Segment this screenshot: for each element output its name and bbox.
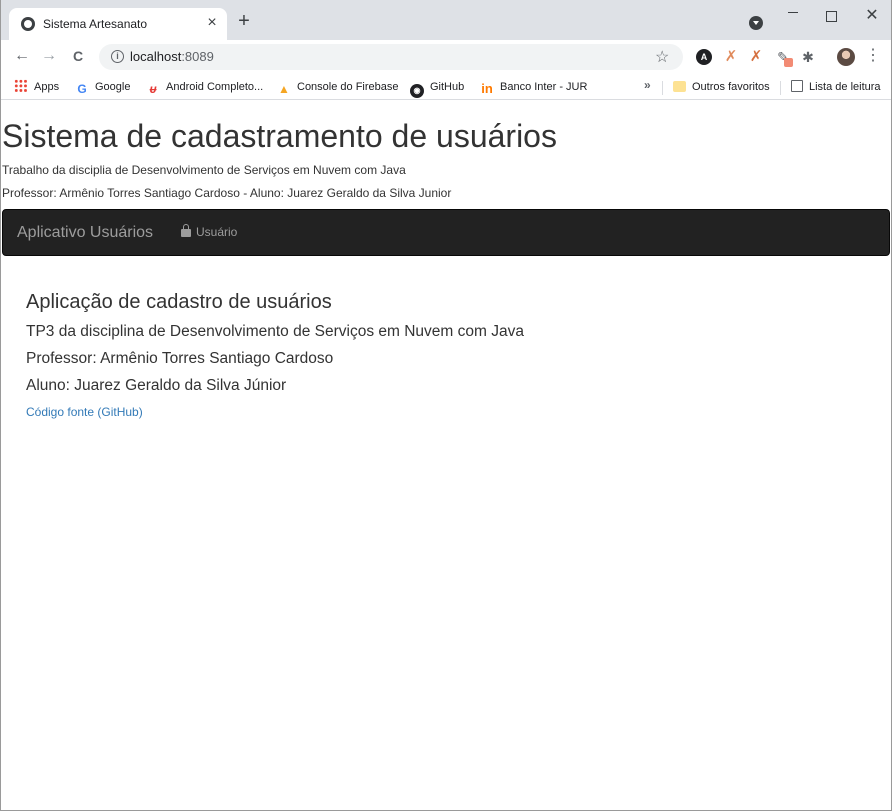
- apps-grid-icon: [14, 79, 28, 93]
- url-text: localhost:8089: [130, 49, 214, 64]
- bookmarks-bar: Apps G Google ᵾ Android Completo... ▲ Conso…: [1, 74, 891, 100]
- folder-icon: [673, 81, 686, 92]
- new-tab-button[interactable]: +: [234, 11, 254, 32]
- maximize-button[interactable]: [816, 4, 846, 28]
- app-heading: Aplicação de cadastro de usuários: [26, 291, 332, 313]
- browser-menu-icon[interactable]: ⋮: [865, 45, 881, 65]
- navbar: Aplicativo Usuários Usuário: [2, 209, 890, 256]
- bookmark-label: GitHub: [430, 81, 465, 93]
- globe-icon: [21, 17, 35, 31]
- student-line: Aluno: Juarez Geraldo da Silva Júnior: [26, 377, 287, 394]
- bookmark-separator: [780, 81, 781, 95]
- bookmark-reading-list[interactable]: Lista de leitura: [791, 79, 881, 95]
- bookmark-label: Google: [95, 81, 131, 93]
- main-content: Aplicação de cadastro de usuários TP3 da…: [26, 291, 524, 419]
- close-window-button[interactable]: ✕: [857, 4, 887, 28]
- bookmark-other-favorites[interactable]: Outros favoritos: [673, 79, 770, 95]
- site-subtitle-course: Trabalho da disciplia de Desenvolvimento…: [2, 163, 406, 177]
- info-icon[interactable]: i: [111, 50, 124, 63]
- web-page: Sistema de cadastramento de usuários Tra…: [1, 101, 891, 810]
- browser-tab[interactable]: Sistema Artesanato ×: [9, 8, 227, 40]
- firebase-icon: ▲: [278, 82, 290, 96]
- bookmark-android-completo[interactable]: ᵾ Android Completo...: [146, 79, 264, 96]
- bookmark-label: Lista de leitura: [809, 81, 881, 93]
- nav-link-usuario[interactable]: Usuário: [181, 224, 238, 239]
- url-port: :8089: [181, 49, 214, 64]
- bookmark-google[interactable]: G Google: [75, 79, 131, 96]
- bookmark-banco-inter[interactable]: in Banco Inter - JUR: [480, 79, 588, 96]
- profile-avatar[interactable]: [837, 48, 855, 66]
- bookmark-label: Android Completo...: [166, 81, 264, 93]
- forward-button[interactable]: →: [38, 45, 60, 67]
- github-icon: ◉: [410, 84, 424, 98]
- nav-link-label: Usuário: [196, 225, 238, 239]
- extension-1-icon[interactable]: ✗: [723, 49, 739, 65]
- browser-window: Sistema Artesanato × + ✕ ← → C i localho…: [0, 0, 892, 811]
- course-line: TP3 da disciplina de Desenvolvimento de …: [26, 323, 524, 340]
- extension-pen-icon[interactable]: ✎: [775, 49, 793, 67]
- inter-icon: in: [481, 81, 493, 96]
- url-host: localhost: [130, 49, 182, 64]
- minimize-button[interactable]: [779, 4, 809, 28]
- extension-a-icon[interactable]: A: [696, 49, 712, 65]
- extension-2-icon[interactable]: ✗: [748, 49, 764, 65]
- bookmark-label: Outros favoritos: [692, 81, 770, 93]
- extensions-puzzle-icon[interactable]: ✱: [800, 49, 816, 65]
- back-button[interactable]: ←: [11, 45, 33, 67]
- more-bookmarks-icon[interactable]: »: [644, 78, 651, 92]
- bookmark-apps[interactable]: Apps: [14, 79, 59, 95]
- bookmark-label: Banco Inter - JUR: [500, 81, 588, 93]
- tab-close-icon[interactable]: ×: [203, 14, 221, 32]
- android-completo-icon: ᵾ: [149, 82, 157, 96]
- browser-toolbar: ← → C i localhost:8089 ☆ A ✗ ✗ ✎ ✱: [1, 40, 891, 74]
- professor-line: Professor: Armênio Torres Santiago Cardo…: [26, 350, 334, 367]
- source-code-link[interactable]: Código fonte (GitHub): [26, 405, 524, 419]
- bookmark-separator: [662, 81, 663, 95]
- address-bar[interactable]: i localhost:8089 ☆: [99, 44, 683, 70]
- site-title: Sistema de cadastramento de usuários: [2, 118, 557, 154]
- reading-list-icon: [791, 80, 803, 92]
- google-icon: G: [77, 82, 87, 96]
- navbar-brand[interactable]: Aplicativo Usuários: [17, 224, 153, 242]
- bookmark-firebase[interactable]: ▲ Console do Firebase: [277, 79, 399, 96]
- bookmark-star-icon[interactable]: ☆: [655, 47, 669, 67]
- tab-strip: Sistema Artesanato × + ✕: [1, 0, 891, 40]
- bookmark-label: Apps: [34, 81, 60, 93]
- bookmark-label: Console do Firebase: [297, 81, 399, 93]
- site-subtitle-authors: Professor: Armênio Torres Santiago Cardo…: [2, 186, 452, 200]
- bookmark-github[interactable]: ◉ GitHub: [410, 79, 465, 98]
- tab-search-icon[interactable]: [749, 16, 763, 30]
- reload-button[interactable]: C: [67, 45, 89, 67]
- lock-icon: [181, 224, 191, 237]
- tab-title: Sistema Artesanato: [43, 17, 148, 31]
